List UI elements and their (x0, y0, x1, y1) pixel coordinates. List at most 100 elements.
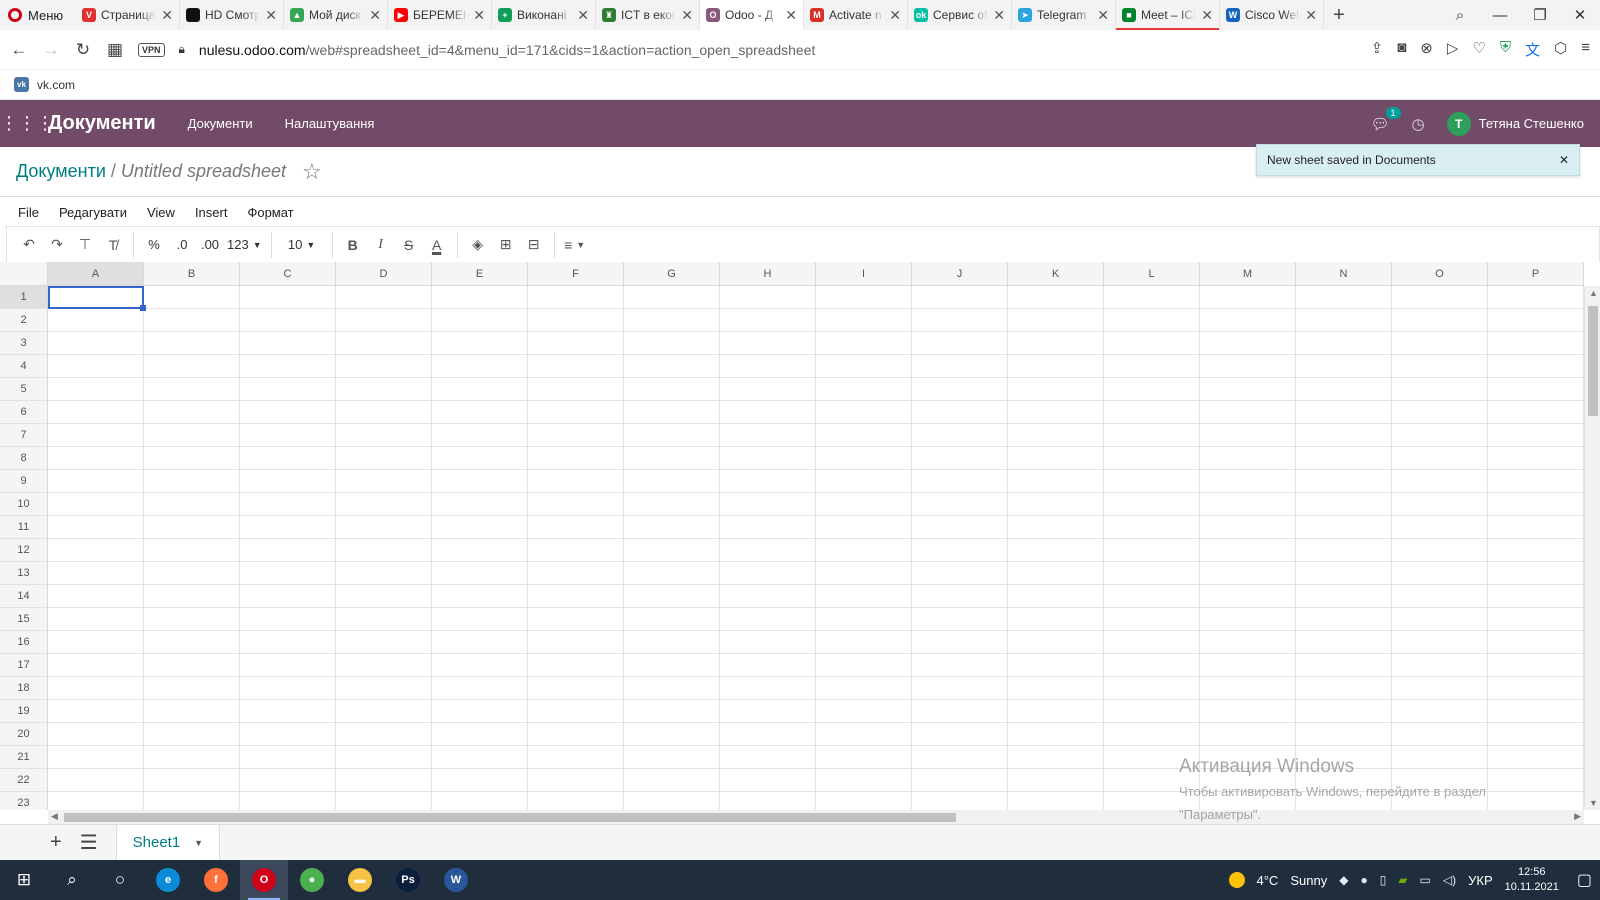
share-icon[interactable]: ⇪ (1371, 39, 1384, 60)
italic-icon[interactable]: I (367, 231, 395, 259)
column-header[interactable]: F (528, 262, 624, 286)
reload-button[interactable]: ↻ (74, 40, 92, 60)
favorite-star-icon[interactable]: ☆ (302, 159, 322, 185)
browser-tab[interactable]: HD Смотреть ✕ (180, 0, 284, 30)
menu-edit[interactable]: Редагувати (59, 205, 127, 220)
row-header[interactable]: 17 (0, 654, 48, 677)
column-header[interactable]: G (624, 262, 720, 286)
row-header[interactable]: 1 (0, 286, 48, 309)
column-header[interactable]: N (1296, 262, 1392, 286)
network-icon[interactable]: ▭ (1420, 873, 1431, 887)
app-brand[interactable]: Документи (48, 112, 156, 135)
row-header[interactable]: 4 (0, 355, 48, 378)
column-header[interactable]: A (48, 262, 144, 286)
taskbar-clock[interactable]: 12:56 10.11.2021 (1505, 865, 1559, 895)
column-header[interactable]: L (1104, 262, 1200, 286)
browser-tab[interactable]: M Activate n ✕ (804, 0, 908, 30)
increase-decimal-button[interactable]: .00 (196, 231, 224, 259)
paint-format-icon[interactable]: ⊤ (71, 231, 99, 259)
column-header[interactable]: O (1392, 262, 1488, 286)
taskbar-app[interactable]: e (144, 860, 192, 900)
vpn-badge[interactable]: VPN (138, 42, 165, 57)
taskbar-app[interactable]: O (240, 860, 288, 900)
row-header[interactable]: 18 (0, 677, 48, 700)
browser-tab[interactable]: O Odoo - Д ✕ (700, 0, 804, 30)
cell-grid[interactable] (48, 286, 1584, 810)
sheet-tab-sheet1[interactable]: Sheet1 ▼ (115, 824, 221, 861)
scroll-up-icon[interactable]: ▲ (1589, 288, 1598, 298)
back-button[interactable]: ← (10, 40, 28, 60)
column-header[interactable]: B (144, 262, 240, 286)
user-menu[interactable]: T Тетяна Стешенко (1446, 111, 1584, 136)
horizontal-scroll-thumb[interactable] (64, 813, 956, 822)
translate-icon[interactable]: 文 (1525, 39, 1540, 60)
spreadsheet-title[interactable]: Untitled spreadsheet (121, 161, 286, 182)
tab-close-icon[interactable]: ✕ (265, 7, 277, 24)
tab-grid-icon[interactable]: ▦ (106, 40, 124, 60)
merge-cells-icon[interactable]: ⊟ (520, 231, 548, 259)
breadcrumb-documents[interactable]: Документи (16, 161, 106, 182)
tab-close-icon[interactable]: ✕ (1097, 7, 1109, 24)
vertical-scroll-thumb[interactable] (1588, 306, 1598, 416)
menu-item-settings[interactable]: Налаштування (285, 116, 375, 131)
chevron-down-icon[interactable]: ▼ (194, 838, 203, 848)
decrease-decimal-button[interactable]: .0 (168, 231, 196, 259)
tab-close-icon[interactable]: ✕ (577, 7, 589, 24)
weather-condition[interactable]: Sunny (1290, 873, 1327, 888)
weather-sun-icon[interactable] (1228, 872, 1245, 888)
windows-start-icon[interactable]: ⊞ (0, 860, 48, 900)
toast-close-icon[interactable]: ✕ (1559, 153, 1569, 167)
row-header[interactable]: 22 (0, 769, 48, 792)
text-color-icon[interactable]: A (423, 231, 451, 259)
column-header[interactable]: C (240, 262, 336, 286)
column-header[interactable]: M (1200, 262, 1296, 286)
send-icon[interactable]: ▷ (1447, 39, 1459, 60)
input-language[interactable]: УКР (1468, 873, 1493, 888)
row-header[interactable]: 19 (0, 700, 48, 723)
tab-close-icon[interactable]: ✕ (785, 7, 797, 24)
browser-tab[interactable]: ▶ БЕРЕМЕНН ✕ (388, 0, 492, 30)
row-header[interactable]: 8 (0, 447, 48, 470)
column-header[interactable]: E (432, 262, 528, 286)
snapshot-icon[interactable]: ◙ (1397, 39, 1406, 60)
row-header[interactable]: 21 (0, 746, 48, 769)
activity-clock-icon[interactable]: ◷ (1412, 115, 1425, 133)
borders-icon[interactable]: ⊞ (492, 231, 520, 259)
new-tab-button[interactable]: + (1324, 0, 1354, 30)
undo-icon[interactable]: ↶ (15, 231, 43, 259)
vertical-scrollbar[interactable]: ▲ ▼ (1584, 286, 1600, 810)
nvidia-icon[interactable]: ▰ (1398, 873, 1407, 887)
shield-extension-icon[interactable]: ⛨ (1500, 39, 1511, 60)
minimize-button[interactable]: — (1480, 7, 1520, 24)
row-header[interactable]: 14 (0, 585, 48, 608)
fill-color-icon[interactable]: ◈ (464, 231, 492, 259)
menu-insert[interactable]: Insert (195, 205, 228, 220)
easy-setup-icon[interactable]: ≡ (1581, 39, 1590, 60)
row-header[interactable]: 9 (0, 470, 48, 493)
search-icon[interactable]: ⌕ (48, 860, 96, 900)
font-size-dropdown[interactable]: 10 ▼ (278, 231, 326, 259)
taskbar-app[interactable]: W (432, 860, 480, 900)
search-tabs-icon[interactable]: ⌕ (1440, 7, 1480, 24)
microphone-icon[interactable]: ● (1360, 873, 1367, 887)
row-header[interactable]: 5 (0, 378, 48, 401)
browser-tab[interactable]: ♜ ICT в екон ✕ (596, 0, 700, 30)
align-dropdown[interactable]: ≡ ▼ (561, 231, 589, 259)
adblock-icon[interactable]: ⊗ (1420, 39, 1433, 60)
scroll-left-icon[interactable]: ◀ (51, 811, 58, 822)
column-header[interactable]: H (720, 262, 816, 286)
messaging-button[interactable]: 💬︎ 1 (1371, 106, 1401, 133)
taskbar-app[interactable]: ▬ (336, 860, 384, 900)
lock-icon[interactable]: 🔒︎ (179, 42, 185, 57)
active-cell-a1[interactable] (48, 286, 146, 311)
scroll-down-icon[interactable]: ▼ (1589, 798, 1598, 808)
taskbar-app[interactable]: f (192, 860, 240, 900)
browser-tab[interactable]: + Виконані ✕ (492, 0, 596, 30)
forward-button[interactable]: → (42, 40, 60, 60)
clear-format-icon[interactable]: T̸ (99, 231, 127, 259)
browser-tab[interactable]: W Cisco Web ✕ (1220, 0, 1324, 30)
browser-tab[interactable]: ➤ Telegram ✕ (1012, 0, 1116, 30)
opera-menu-button[interactable]: Меню (0, 0, 76, 30)
row-header[interactable]: 15 (0, 608, 48, 631)
tab-close-icon[interactable]: ✕ (1201, 7, 1213, 24)
